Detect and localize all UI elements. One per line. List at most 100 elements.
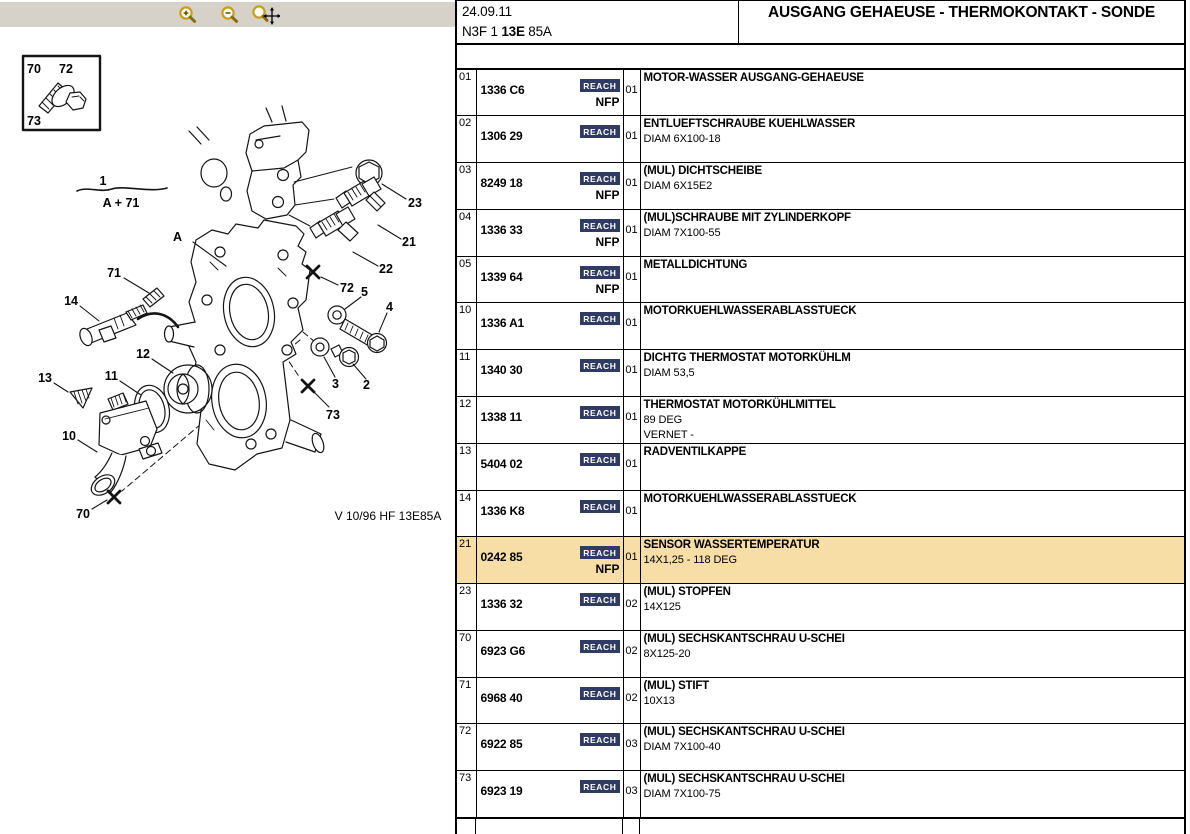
row-qty: 02 [623,677,640,724]
reach-badge[interactable]: REACH [580,687,619,700]
reach-badge[interactable]: REACH [580,593,619,606]
parts-table-body: 011336 C6REACHNFP01MOTOR-WASSER AUSGANG-… [457,69,1184,817]
row-description: (MUL) DICHTSCHEIBEDIAM 6X15E2 [640,163,1184,210]
row-description: MOTORKUEHLWASSERABLASSTUECK [640,303,1184,350]
part-row-71[interactable]: 716968 40REACH02(MUL) STIFT10X13 [457,677,1184,724]
reach-badge[interactable]: REACH [580,312,619,325]
row-ref: 21 [457,537,476,584]
part-row-14[interactable]: 141336 K8REACH01MOTORKUEHLWASSERABLASSTU… [457,490,1184,537]
inset-label-72: 72 [59,62,73,76]
row-description: (MUL) SECHSKANTSCHRAU U-SCHEIDIAM 7X100-… [640,724,1184,771]
callout-2: 2 [363,378,370,392]
inset-label-70: 70 [27,62,41,76]
description-title: ENTLUEFTSCHRAUBE KUEHLWASSER [644,117,1185,132]
description-detail: DIAM 7X100-55 [644,226,1185,241]
callout-14: 14 [64,294,78,308]
description-title: (MUL)SCHRAUBE MIT ZYLINDERKOPF [644,211,1185,226]
part-row-13[interactable]: 135404 02REACH01RADVENTILKAPPE [457,443,1184,490]
page-title: AUSGANG GEHAEUSE - THERMOKONTAKT - SONDE [739,1,1184,43]
reach-badge[interactable]: REACH [580,640,619,653]
reach-badge[interactable]: REACH [580,79,619,92]
reach-badge[interactable]: REACH [580,172,619,185]
callout-11: 11 [105,369,118,383]
row-ref: 23 [457,584,476,631]
part-number: 5404 02 [481,457,523,471]
description-title: MOTORKUEHLWASSERABLASSTUECK [644,492,1185,507]
catalog-page-frame: 24.09.11 N3F 1 13E 85A AUSGANG GEHAEUSE … [455,0,1186,834]
nfp-label: NFP [596,188,620,202]
zoom-out-icon[interactable] [218,3,244,26]
reach-badge[interactable]: REACH [580,219,619,232]
callout-22: 22 [379,262,393,276]
callout-10: 10 [62,429,76,443]
reach-badge[interactable]: REACH [580,780,619,793]
description-detail: DIAM 53,5 [644,366,1185,381]
part-row-01[interactable]: 011336 C6REACHNFP01MOTOR-WASSER AUSGANG-… [457,69,1184,116]
part-number: 1339 64 [481,270,523,284]
reach-badge[interactable]: REACH [580,500,619,513]
row-ref: 03 [457,163,476,210]
part-row-03[interactable]: 038249 18REACHNFP01(MUL) DICHTSCHEIBEDIA… [457,163,1184,210]
description-detail: 14X1,25 - 118 DEG [644,553,1185,568]
part-row-10[interactable]: 101336 A1REACH01MOTORKUEHLWASSERABLASSTU… [457,303,1184,350]
row-part-cell: 1336 32 REACH [476,584,623,631]
row-qty: 01 [623,443,640,490]
description-detail: DIAM 7X100-40 [644,740,1185,755]
callout-12: 12 [136,347,150,361]
reach-badge[interactable]: REACH [580,359,619,372]
part-row-23[interactable]: 23 1336 32 REACH 02(MUL) STOPFEN14X125 [457,584,1184,631]
part-row-11[interactable]: 111340 30REACH01DICHTG THERMOSTAT MOTORK… [457,350,1184,397]
reach-badge[interactable]: REACH [580,266,619,279]
row-part-cell: 0242 85REACHNFP [476,537,623,584]
part-number: 1338 11 [481,410,522,424]
reach-badge[interactable]: REACH [580,546,619,559]
description-title: MOTOR-WASSER AUSGANG-GEHAEUSE [644,71,1185,86]
header-meta: 24.09.11 N3F 1 13E 85A [457,1,739,43]
description-title: RADVENTILKAPPE [644,445,1185,460]
zoom-pan-icon[interactable] [250,3,280,26]
part-number: 6922 85 [481,737,523,751]
inset-label-73: 73 [27,114,41,128]
callout-3: 3 [332,377,339,391]
row-description: RADVENTILKAPPE [640,443,1184,490]
row-description: MOTOR-WASSER AUSGANG-GEHAEUSE [640,69,1184,116]
row-description: (MUL) STOPFEN14X125 [640,584,1184,631]
part-number: 6923 G6 [481,644,526,658]
zoom-toolbar [0,2,456,27]
row-description: (MUL) SECHSKANTSCHRAU U-SCHEIDIAM 7X100-… [640,771,1184,818]
part-row-72[interactable]: 726922 85REACH03(MUL) SECHSKANTSCHRAU U-… [457,724,1184,771]
row-part-cell: 6923 19 REACH [476,771,623,818]
row-qty: 02 [623,584,640,631]
part-row-05[interactable]: 051339 64REACHNFP01METALLDICHTUNG [457,256,1184,303]
reach-badge[interactable]: REACH [580,453,619,466]
description-detail: VERNET - [644,428,1185,443]
part-number: 1336 A1 [481,316,525,330]
description-detail: 8X125-20 [644,647,1185,662]
description-title: (MUL) SECHSKANTSCHRAU U-SCHEI [644,632,1185,647]
callout-73: 73 [326,408,340,422]
part-number: 1336 32 [481,597,523,611]
nfp-label: NFP [596,282,620,296]
row-part-cell: 1336 A1 REACH [476,303,623,350]
part-row-21[interactable]: 210242 85REACHNFP01SENSOR WASSERTEMPERAT… [457,537,1184,584]
part-number: 1336 K8 [481,504,525,518]
part-row-02[interactable]: 021306 29REACH01ENTLUEFTSCHRAUBE KUEHLWA… [457,116,1184,163]
part-row-12[interactable]: 121338 11REACH01THERMOSTAT MOTORKÜHLMITT… [457,396,1184,443]
reach-badge[interactable]: REACH [580,125,619,138]
row-description: MOTORKUEHLWASSERABLASSTUECK [640,490,1184,537]
row-qty: 01 [623,490,640,537]
reach-badge[interactable]: REACH [580,733,619,746]
callout-72: 72 [340,281,354,295]
header-code: N3F 1 13E 85A [462,22,738,42]
fraction-numerator: 1 [100,174,107,188]
row-part-cell: 1339 64 REACH NFP [476,256,623,303]
reach-badge[interactable]: REACH [580,406,619,419]
description-title: DICHTG THERMOSTAT MOTORKÜHLM [644,351,1185,366]
description-title: (MUL) SECHSKANTSCHRAU U-SCHEI [644,725,1185,740]
part-row-73[interactable]: 736923 19REACH03(MUL) SECHSKANTSCHRAU U-… [457,771,1184,818]
part-number: 6923 19 [481,784,523,798]
part-row-04[interactable]: 041336 33REACHNFP01(MUL)SCHRAUBE MIT ZYL… [457,209,1184,256]
part-row-70[interactable]: 706923 G6REACH02(MUL) SECHSKANTSCHRAU U-… [457,630,1184,677]
row-part-cell: 5404 02 REACH [476,443,623,490]
zoom-in-icon[interactable] [176,3,202,26]
